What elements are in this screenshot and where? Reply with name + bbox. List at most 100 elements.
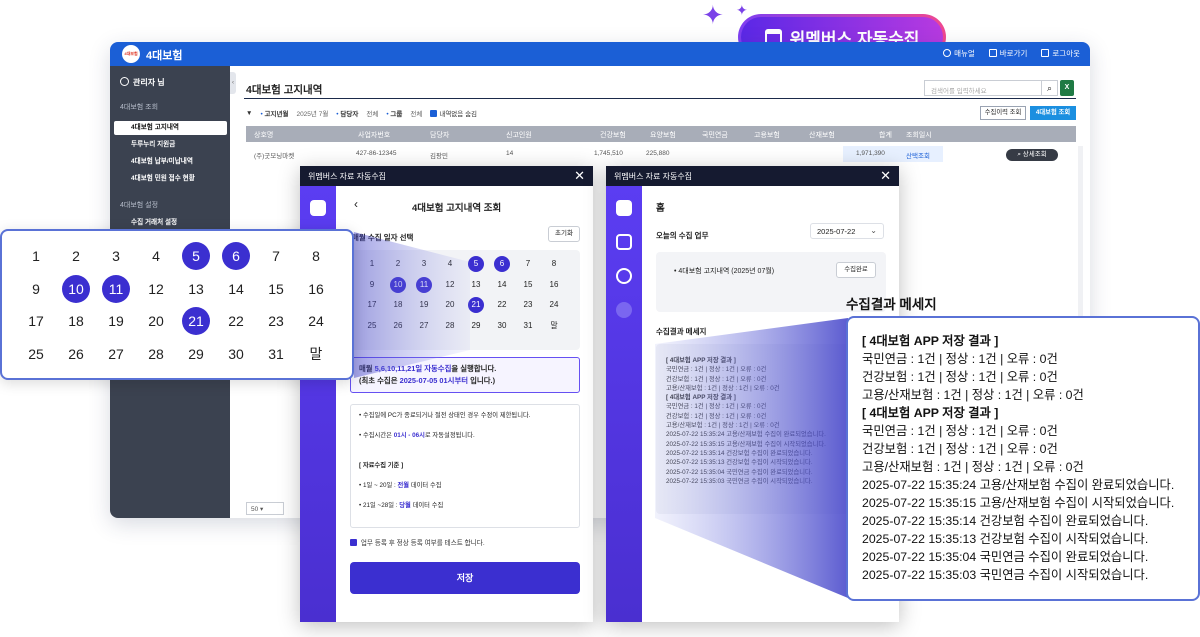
group-select[interactable]: 전체 [410,108,422,118]
day-23[interactable]: 23 [262,307,290,335]
notice-month-select[interactable]: 2025년 7월 [296,108,328,118]
day-30[interactable]: 30 [222,340,250,368]
shortcut-link[interactable]: 바로가기 [988,48,1027,59]
day-14[interactable]: 14 [222,275,250,303]
day-21[interactable]: 21 [468,297,484,313]
sidebar-item-durunuri[interactable]: 두루누리 지원금 [114,138,227,152]
day-15[interactable]: 15 [520,277,536,293]
day-17[interactable]: 17 [22,307,50,335]
day-11[interactable]: 11 [102,274,130,303]
collect-done-button[interactable]: 수집완료 [836,262,876,278]
search-icon[interactable]: ⌕ [1042,80,1058,96]
sidebar-section-settings[interactable]: 4대보험 설정 [120,200,158,210]
day-24[interactable]: 24 [546,297,562,313]
day-9[interactable]: 9 [22,275,50,303]
day-22[interactable]: 22 [494,297,510,313]
history-button[interactable]: 수집이력 조회 [980,106,1026,120]
day-27[interactable]: 27 [102,340,130,368]
col-company[interactable]: 상호명 [254,130,273,140]
excel-icon[interactable]: X [1060,80,1074,96]
day-17[interactable]: 17 [364,297,380,313]
day-2[interactable]: 2 [390,256,406,272]
day-7[interactable]: 7 [262,242,290,270]
detail-view-button[interactable]: ⌕ 상세조회 [1006,149,1058,161]
day-말[interactable]: 말 [546,318,562,334]
day-28[interactable]: 28 [142,340,170,368]
day-말[interactable]: 말 [302,340,330,368]
search-input[interactable]: 검색어를 입력하세요 [924,80,1042,96]
day-31[interactable]: 31 [520,318,536,334]
day-6[interactable]: 6 [494,256,510,272]
day-11[interactable]: 11 [416,276,432,293]
manual-link[interactable]: 매뉴얼 [943,48,975,59]
page-size-select[interactable]: 50 ▾ [246,502,284,515]
save-button[interactable]: 저장 [350,562,580,594]
col-health[interactable]: 건강보험 [600,130,626,140]
col-manager[interactable]: 담당자 [430,130,449,140]
hide-empty-checkbox[interactable]: 내역없음 숨김 [430,108,477,118]
calendar-settings-icon[interactable] [616,234,632,250]
close-icon[interactable]: ✕ [574,168,585,184]
col-care[interactable]: 요양보험 [650,130,676,140]
day-18[interactable]: 18 [62,307,90,335]
day-1[interactable]: 1 [364,256,380,272]
day-7[interactable]: 7 [520,256,536,272]
day-9[interactable]: 9 [364,277,380,293]
day-4[interactable]: 4 [142,242,170,270]
day-5[interactable]: 5 [182,242,210,270]
sidebar-item-client-setting[interactable]: 수집 거래처 설정 [114,216,227,230]
day-26[interactable]: 26 [62,340,90,368]
col-bizno[interactable]: 사업자번호 [358,130,390,140]
day-30[interactable]: 30 [494,318,510,334]
day-31[interactable]: 31 [262,340,290,368]
day-10[interactable]: 10 [62,274,90,303]
day-26[interactable]: 26 [390,318,406,334]
day-1[interactable]: 1 [22,242,50,270]
table-row[interactable]: (주)굿모닝마켓 427-86-12345 김팡민 14 1,745,510 2… [246,146,1076,162]
gear-icon[interactable] [616,268,632,284]
logout-link[interactable]: 로그아웃 [1041,48,1080,59]
back-arrow-icon[interactable]: ‹ [354,197,358,211]
close-icon[interactable]: ✕ [880,168,891,184]
day-8[interactable]: 8 [302,242,330,270]
manager-select[interactable]: 전체 [366,108,378,118]
reset-button[interactable]: 초기화 [548,226,580,242]
home-icon[interactable] [310,200,326,216]
sidebar-item-notice[interactable]: 4대보험 고지내역 [114,121,227,135]
day-27[interactable]: 27 [416,318,432,334]
day-16[interactable]: 16 [546,277,562,293]
day-19[interactable]: 19 [102,307,130,335]
day-24[interactable]: 24 [302,307,330,335]
day-21[interactable]: 21 [182,307,210,335]
day-12[interactable]: 12 [442,277,458,293]
day-4[interactable]: 4 [442,256,458,272]
day-10[interactable]: 10 [390,276,406,293]
col-accident[interactable]: 산재보험 [809,130,835,140]
test-after-register-checkbox[interactable]: 업무 등록 후 정상 등록 여부를 테스트 합니다. [350,537,485,547]
view-insurance-button[interactable]: 4대보험 조회 [1030,106,1076,120]
day-13[interactable]: 13 [182,275,210,303]
day-3[interactable]: 3 [416,256,432,272]
day-5[interactable]: 5 [468,256,484,272]
day-20[interactable]: 20 [442,297,458,313]
info-icon[interactable] [616,302,632,318]
sidebar-item-payment[interactable]: 4대보험 납부/미납내역 [114,155,227,169]
col-datetime[interactable]: 조회일시 [906,130,932,140]
sidebar-section-inquiry[interactable]: 4대보험 조회 [120,102,158,112]
day-20[interactable]: 20 [142,307,170,335]
date-select[interactable]: 2025-07-22 ⌄ [810,223,884,239]
col-total[interactable]: 합계 [879,130,892,140]
day-16[interactable]: 16 [302,275,330,303]
day-22[interactable]: 22 [222,307,250,335]
day-29[interactable]: 29 [468,318,484,334]
sidebar-item-complaint[interactable]: 4대보험 민원 접수 현황 [114,172,227,186]
day-29[interactable]: 29 [182,340,210,368]
filter-icon[interactable]: ▼ [246,110,252,117]
day-2[interactable]: 2 [62,242,90,270]
day-19[interactable]: 19 [416,297,432,313]
day-28[interactable]: 28 [442,318,458,334]
home-icon[interactable] [616,200,632,216]
day-8[interactable]: 8 [546,256,562,272]
sidebar-collapse-toggle[interactable]: ‹ [230,72,236,94]
day-12[interactable]: 12 [142,275,170,303]
